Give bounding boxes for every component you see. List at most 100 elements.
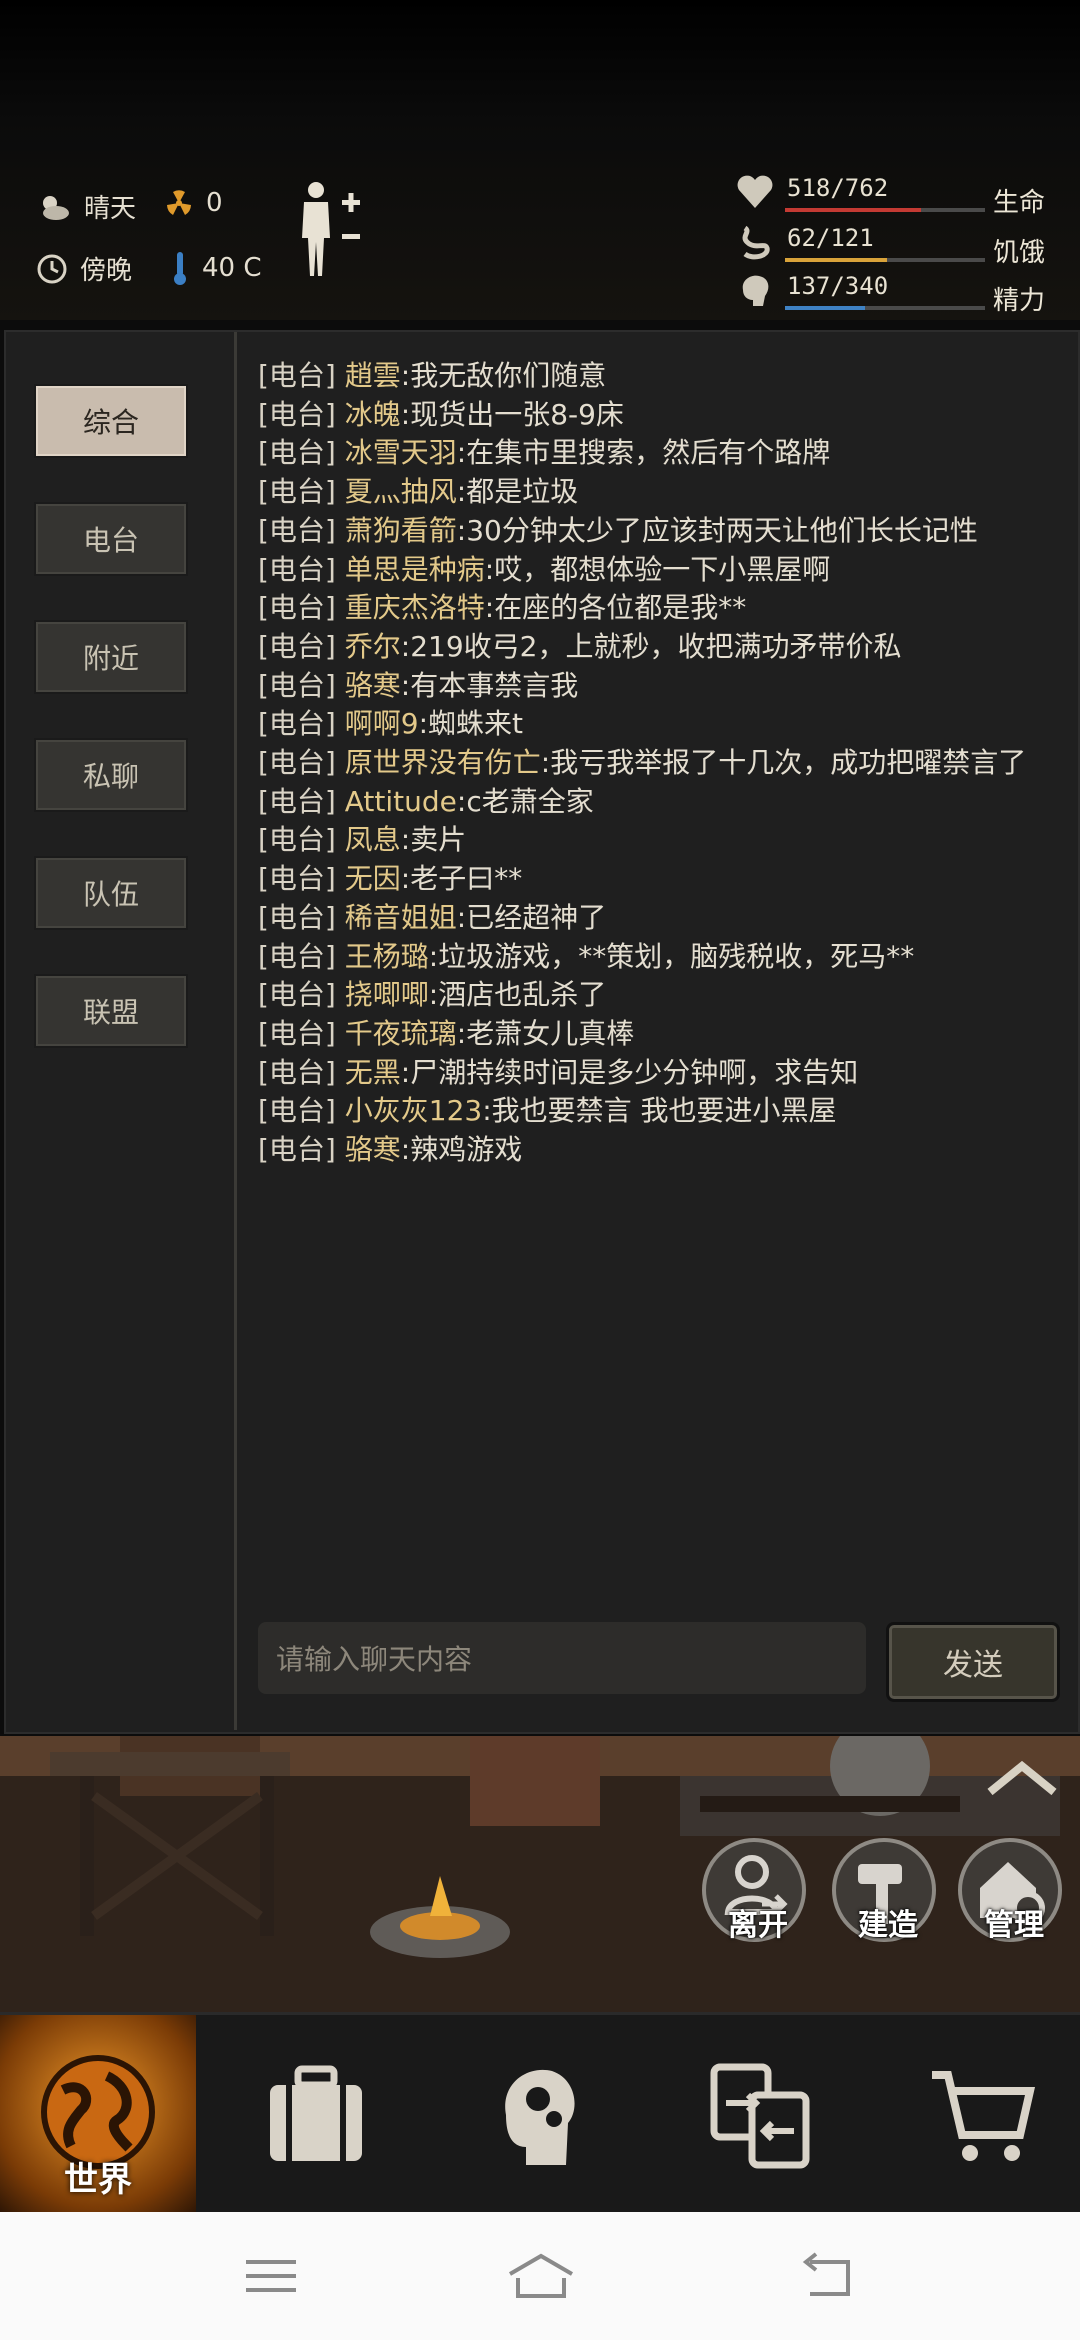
character-body-button[interactable] [296, 180, 368, 284]
menu-icon[interactable] [244, 2256, 298, 2296]
chat-message: [电台] 乔尔:219收弓2，上就秒，收把满功矛带价私 [258, 629, 901, 665]
nav-world[interactable]: 世界 [0, 2015, 196, 2215]
message-username[interactable]: 小灰灰123 [345, 1094, 482, 1127]
message-separator: : [456, 900, 467, 934]
chat-message: [电台] 千夜琉璃:老萧女儿真棒 [258, 1016, 634, 1052]
message-text: 酒店也乱杀了 [438, 978, 607, 1012]
health-track [785, 208, 985, 212]
message-text: c老萧全家 [466, 784, 594, 818]
bottom-nav: 世界 [0, 2012, 1080, 2215]
send-button[interactable]: 发送 [886, 1622, 1060, 1702]
nav-shop[interactable] [912, 2015, 1052, 2215]
message-username[interactable]: 凤息 [345, 823, 401, 856]
message-channel: [电台] [258, 746, 345, 779]
message-text: 30分钟太少了应该封两天让他们长长记性 [466, 513, 978, 547]
chat-message: [电台] 原世界没有伤亡:我亏我举报了十几次，成功把曜禁言了 [258, 745, 1026, 781]
message-username[interactable]: 重庆杰洛特 [345, 591, 485, 624]
message-text: 蜘蛛来t [428, 707, 523, 741]
message-username[interactable]: 乔尔 [345, 630, 401, 663]
message-text: 我也要禁言 我也要进小黑屋 [491, 1094, 837, 1128]
message-username[interactable]: 啊啊9 [345, 707, 419, 740]
energy-bar: 137/340 精力 [735, 272, 1075, 316]
message-text: 在座的各位都是我** [494, 591, 747, 625]
tab-nearby[interactable]: 附近 [34, 620, 188, 694]
message-text: 老子曰** [410, 862, 523, 896]
tab-private[interactable]: 私聊 [34, 738, 188, 812]
chat-message: [电台] 重庆杰洛特:在座的各位都是我** [258, 590, 746, 626]
message-text: 辣鸡游戏 [410, 1133, 523, 1166]
build-button[interactable]: 建造 [832, 1838, 936, 1943]
message-username[interactable]: 单思是种病 [345, 553, 485, 586]
temperature-stat: 40 C [170, 250, 262, 286]
brain-icon [742, 275, 769, 306]
message-username[interactable]: 千夜琉璃 [345, 1017, 457, 1050]
message-username[interactable]: 骆寒 [345, 1133, 401, 1166]
clock-icon [37, 254, 67, 283]
message-username[interactable]: 无因 [345, 862, 401, 895]
chat-message: [电台] 小灰灰123:我也要禁言 我也要进小黑屋 [258, 1093, 837, 1129]
message-channel: [电台] [258, 436, 345, 470]
message-username[interactable]: 夏灬抽风 [345, 475, 457, 508]
hunger-label: 饥饿 [993, 238, 1046, 268]
temperature-value: 40 C [202, 253, 262, 283]
message-channel: [电台] [258, 552, 345, 586]
manage-button[interactable]: 管理 [958, 1838, 1062, 1943]
message-channel: [电台] [258, 668, 345, 702]
weather-stat: 晴天 [36, 188, 136, 225]
energy-track [785, 306, 985, 310]
message-username[interactable]: 萧狗看箭 [345, 514, 457, 547]
message-separator: : [428, 939, 439, 973]
radiation-value: 0 [206, 188, 223, 218]
body-figure-icon [302, 182, 360, 276]
message-channel: [电台] [258, 397, 345, 431]
message-text: 有本事禁言我 [410, 668, 579, 702]
message-text: 尸潮持续时间是多少分钟啊，求告知 [410, 1055, 859, 1089]
leave-button[interactable]: 离开 [702, 1838, 806, 1943]
chat-message: [电台] 稀音姐姐:已经超神了 [258, 900, 606, 936]
chat-message: [电台] 冰魄:现货出一张8-9床 [258, 397, 624, 433]
message-channel: [电台] [258, 939, 345, 973]
message-username[interactable]: Attitude [345, 785, 457, 818]
message-username[interactable]: 稀音姐姐 [345, 901, 457, 934]
chat-input[interactable]: 请输入聊天内容 [258, 1622, 866, 1694]
nav-inventory[interactable] [246, 2015, 386, 2215]
exchange-icon [710, 2063, 810, 2169]
message-username[interactable]: 趙雲 [345, 359, 401, 392]
message-text: 都是垃圾 [466, 475, 579, 509]
chat-message: [电台] 夏灬抽风:都是垃圾 [258, 474, 578, 510]
nav-trade[interactable] [690, 2015, 830, 2215]
message-username[interactable]: 王杨璐 [345, 940, 429, 973]
build-label: 建造 [858, 1908, 918, 1943]
stomach-icon [742, 225, 770, 260]
message-username[interactable]: 冰雪天羽 [345, 436, 457, 469]
message-channel: [电台] [258, 707, 345, 741]
cart-icon [932, 2071, 1036, 2161]
health-value: 518/762 [787, 174, 889, 202]
back-icon[interactable] [796, 2252, 854, 2300]
message-separator: : [400, 1055, 411, 1089]
chat-message: [电台] 凤息:卖片 [258, 822, 466, 858]
home-icon[interactable] [506, 2252, 576, 2300]
message-separator: : [400, 397, 411, 431]
message-channel: [电台] [258, 629, 345, 663]
heart-icon [737, 175, 773, 208]
hunger-bar: 62/121 饥饿 [735, 224, 1075, 268]
tab-alliance[interactable]: 联盟 [34, 974, 188, 1048]
chat-message: [电台] 单思是种病:哎，都想体验一下小黑屋啊 [258, 552, 830, 588]
message-username[interactable]: 挠唧唧 [345, 978, 429, 1011]
message-text: 哎，都想体验一下小黑屋啊 [494, 552, 831, 586]
tab-all[interactable]: 综合 [34, 384, 188, 458]
message-channel: [电台] [258, 475, 345, 509]
message-username[interactable]: 原世界没有伤亡 [345, 746, 541, 779]
message-list[interactable]: [电台] 趙雲:我无敌你们随意 [电台] 冰魄:现货出一张8-9床 [电台] 冰雪天… [258, 332, 1068, 1602]
nav-skills[interactable] [466, 2015, 606, 2215]
message-username[interactable]: 冰魄 [345, 398, 401, 431]
message-separator: : [482, 1094, 492, 1128]
energy-value: 137/340 [787, 272, 889, 300]
tab-team[interactable]: 队伍 [34, 856, 188, 930]
tab-radio[interactable]: 电台 [34, 502, 188, 576]
message-username[interactable]: 无黑 [345, 1056, 401, 1089]
message-username[interactable]: 骆寒 [345, 669, 401, 702]
message-text: 219收弓2，上就秒，收把满功矛带价私 [410, 629, 902, 663]
system-nav-bar [0, 2212, 1080, 2340]
